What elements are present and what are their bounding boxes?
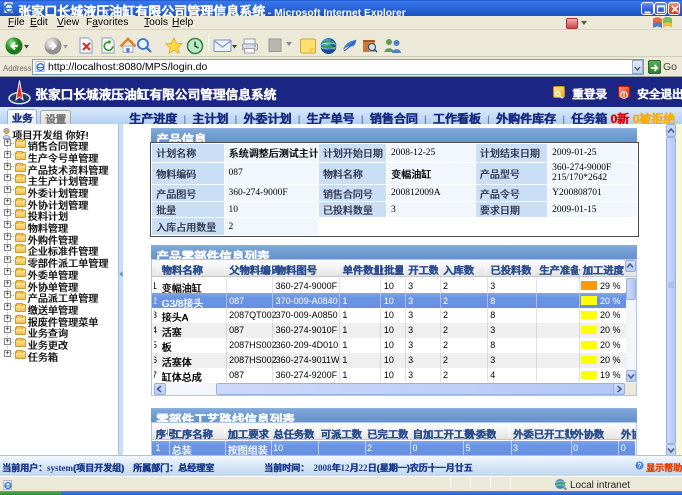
svg-text:?: ? <box>637 463 641 470</box>
